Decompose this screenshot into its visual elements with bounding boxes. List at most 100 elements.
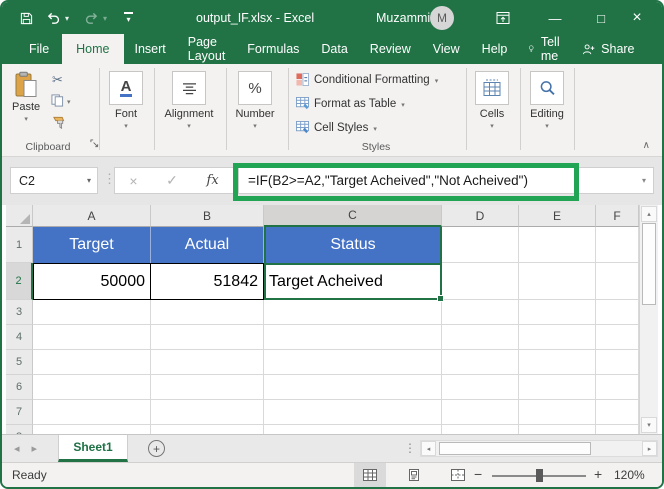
cell-styles-button[interactable]: Cell Styles ▾ — [296, 121, 377, 134]
cell[interactable] — [519, 227, 596, 263]
cell[interactable] — [33, 325, 151, 350]
cell[interactable] — [442, 350, 519, 375]
tab-scroll-dots[interactable]: ⋮ — [404, 441, 416, 455]
undo-button[interactable] — [46, 2, 61, 34]
cell[interactable] — [442, 325, 519, 350]
tab-review[interactable]: Review — [359, 34, 422, 64]
expand-formula-bar-icon[interactable]: ▾ — [642, 176, 646, 185]
cell[interactable] — [519, 325, 596, 350]
new-sheet-button[interactable]: + — [148, 440, 165, 457]
cell-b2-actual-value[interactable]: 51842 — [151, 263, 264, 300]
share-button[interactable]: Share — [574, 34, 642, 64]
cancel-icon[interactable]: × — [129, 173, 137, 189]
scroll-left-button[interactable]: ◂ — [421, 441, 436, 456]
scroll-up-button[interactable]: ▴ — [641, 206, 657, 222]
select-all-corner[interactable] — [6, 205, 33, 227]
alignment-group-button[interactable]: Alignment ▾ — [160, 71, 218, 130]
column-header-a[interactable]: A — [33, 205, 151, 227]
cell[interactable] — [596, 350, 639, 375]
column-header-c[interactable]: C — [264, 205, 442, 227]
zoom-out-button[interactable]: − — [474, 466, 482, 482]
cell[interactable] — [33, 400, 151, 425]
cell[interactable] — [596, 263, 639, 300]
tab-help[interactable]: Help — [471, 34, 519, 64]
zoom-in-button[interactable]: + — [594, 466, 602, 482]
normal-view-button[interactable] — [354, 463, 386, 487]
format-as-table-button[interactable]: Format as Table ▾ — [296, 97, 405, 110]
cell[interactable] — [519, 400, 596, 425]
cell[interactable] — [264, 375, 442, 400]
scroll-right-button[interactable]: ▸ — [642, 441, 657, 456]
cell[interactable] — [264, 400, 442, 425]
column-header-e[interactable]: E — [519, 205, 596, 227]
conditional-formatting-button[interactable]: Conditional Formatting ▾ — [296, 73, 438, 86]
cell[interactable] — [519, 425, 596, 434]
cell[interactable] — [442, 375, 519, 400]
customize-quick-access-button[interactable]: ▾ — [124, 2, 133, 34]
undo-dropdown[interactable]: ▾ — [65, 2, 69, 34]
cell[interactable] — [33, 375, 151, 400]
save-button[interactable] — [20, 2, 33, 34]
cell-a2-target-value[interactable]: 50000 — [33, 263, 151, 300]
page-layout-view-button[interactable] — [398, 463, 430, 487]
page-break-preview-button[interactable] — [442, 463, 474, 487]
row-header-3[interactable]: 3 — [6, 300, 33, 325]
row-header-5[interactable]: 5 — [6, 350, 33, 375]
minimize-button[interactable]: — — [542, 2, 568, 34]
sheet-tab-sheet1[interactable]: Sheet1 — [58, 435, 128, 462]
paste-button[interactable]: Paste ▾ — [12, 71, 40, 123]
redo-button[interactable] — [84, 2, 99, 34]
formula-input[interactable]: =IF(B2>=A2,"Target Acheived","Not Acheiv… — [238, 167, 654, 194]
maximize-button[interactable]: □ — [588, 2, 614, 34]
cell[interactable] — [442, 400, 519, 425]
font-group-button[interactable]: A Font ▾ — [108, 71, 144, 130]
tell-me-box[interactable]: Tell me — [518, 34, 574, 64]
cell-c2-selected[interactable]: Target Acheived — [264, 263, 442, 300]
close-button[interactable]: × — [624, 2, 650, 34]
cell[interactable] — [33, 425, 151, 434]
cell[interactable] — [151, 400, 264, 425]
clipboard-dialog-launcher[interactable] — [90, 139, 99, 151]
cell[interactable] — [151, 300, 264, 325]
column-header-f[interactable]: F — [596, 205, 639, 227]
tab-home[interactable]: Home — [62, 34, 123, 64]
cell[interactable] — [519, 300, 596, 325]
row-header-6[interactable]: 6 — [6, 375, 33, 400]
vertical-scrollbar[interactable]: ▴ ▾ — [639, 205, 658, 434]
cell-a1-target[interactable]: Target — [33, 227, 151, 263]
cell-b1-actual[interactable]: Actual — [151, 227, 264, 263]
column-header-b[interactable]: B — [151, 205, 264, 227]
cell[interactable] — [264, 325, 442, 350]
row-header-7[interactable]: 7 — [6, 400, 33, 425]
cell[interactable] — [596, 227, 639, 263]
cell[interactable] — [596, 400, 639, 425]
scroll-down-button[interactable]: ▾ — [641, 417, 657, 433]
collapse-ribbon-button[interactable]: ∧ — [643, 140, 650, 151]
row-header-4[interactable]: 4 — [6, 325, 33, 350]
cell[interactable] — [151, 350, 264, 375]
enter-icon[interactable]: ✓ — [166, 172, 178, 189]
row-header-8[interactable]: 8 — [6, 425, 33, 434]
cell[interactable] — [151, 425, 264, 434]
number-group-button[interactable]: % Number ▾ — [231, 71, 279, 130]
cell[interactable] — [264, 300, 442, 325]
cell[interactable] — [519, 375, 596, 400]
sheet-nav-arrows[interactable]: ◂▸ — [14, 442, 49, 455]
name-box[interactable]: C2 ▾ — [10, 167, 98, 194]
tab-file[interactable]: File — [16, 34, 62, 64]
column-header-d[interactable]: D — [442, 205, 519, 227]
cells-group-button[interactable]: Cells ▾ — [473, 71, 511, 130]
redo-dropdown[interactable]: ▾ — [103, 2, 107, 34]
tab-formulas[interactable]: Formulas — [236, 34, 310, 64]
cell[interactable] — [33, 350, 151, 375]
zoom-level[interactable]: 120% — [614, 468, 645, 482]
cell[interactable] — [33, 300, 151, 325]
fill-handle[interactable] — [437, 295, 444, 302]
row-header-1[interactable]: 1 — [6, 227, 33, 263]
vertical-scroll-thumb[interactable] — [642, 223, 656, 305]
cell[interactable] — [151, 325, 264, 350]
cell[interactable] — [442, 425, 519, 434]
cell[interactable] — [519, 263, 596, 300]
insert-function-icon[interactable]: fx — [207, 173, 219, 188]
cell-c1-status[interactable]: Status — [264, 227, 442, 263]
